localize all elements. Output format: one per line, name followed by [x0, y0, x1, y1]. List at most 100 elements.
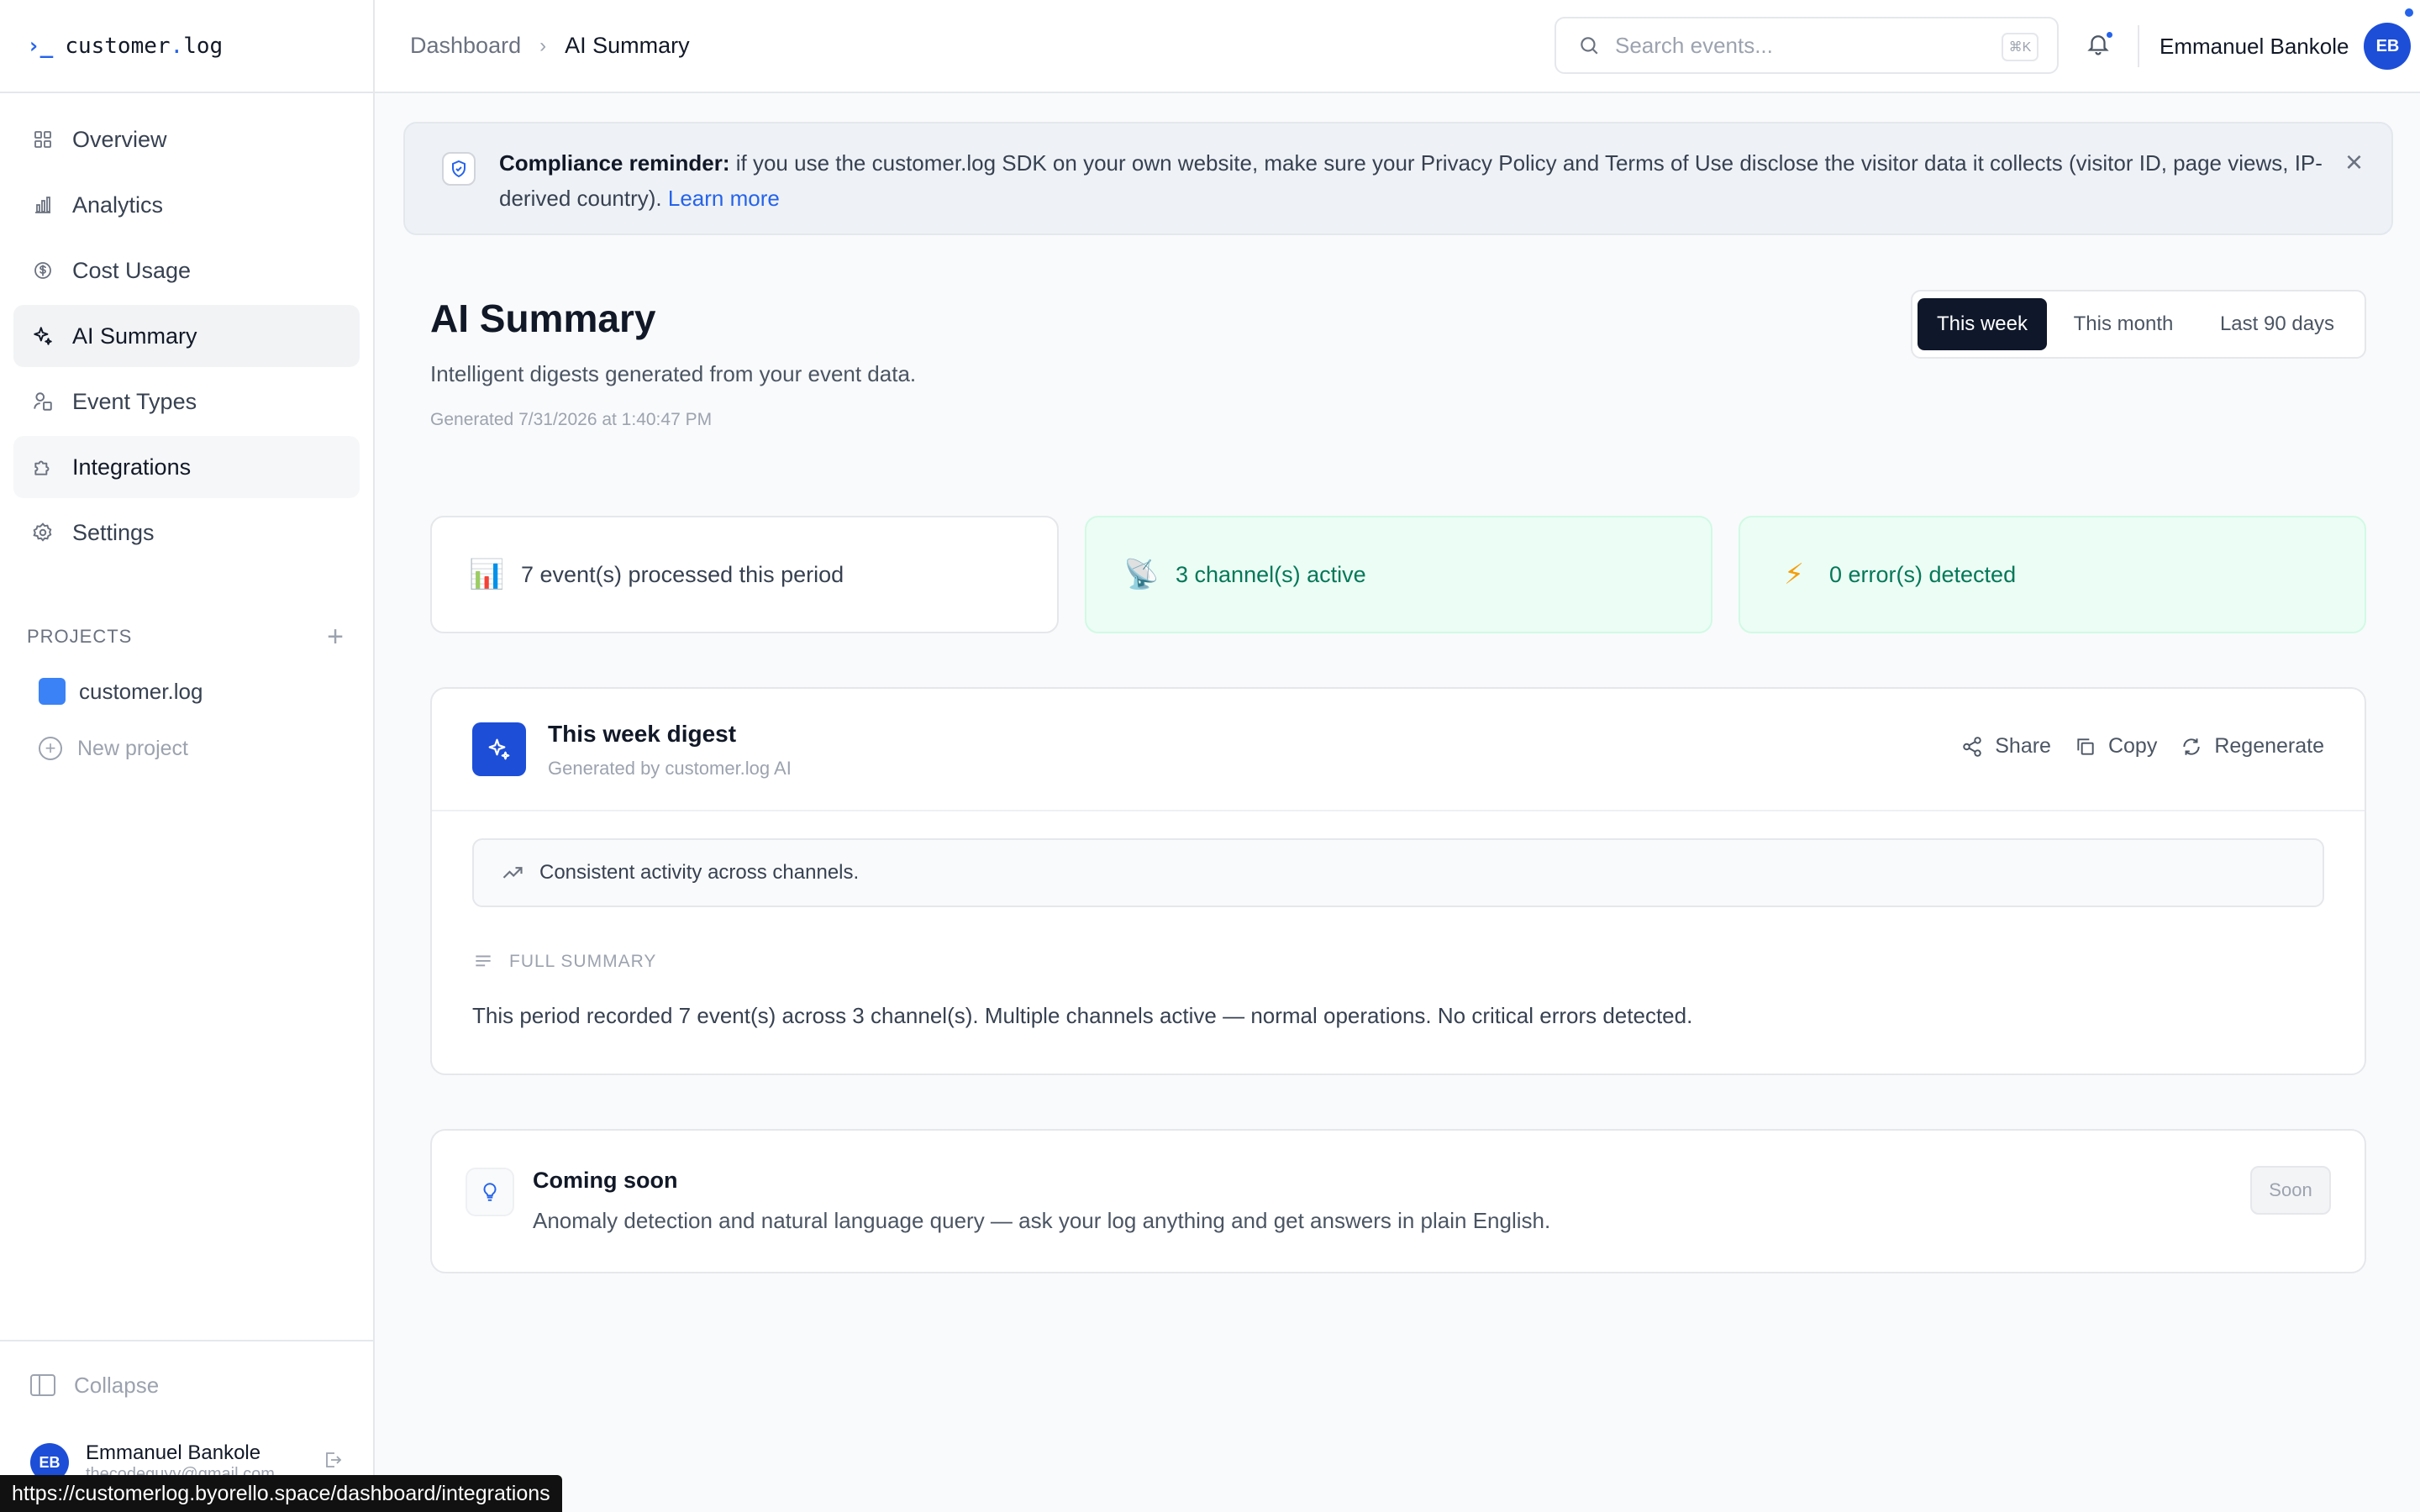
soon-badge: Soon — [2250, 1166, 2331, 1215]
projects-heading: PROJECTS — [27, 626, 133, 647]
shapes-icon — [30, 389, 55, 414]
generated-timestamp: Generated 7/31/2026 at 1:40:47 PM — [430, 410, 713, 429]
sidebar-item-label: Integrations — [72, 454, 192, 480]
top-header: Dashboard › AI Summary Search events... … — [375, 0, 2420, 93]
collapse-button[interactable]: Collapse — [0, 1341, 373, 1429]
plus-circle-icon: + — [39, 737, 62, 760]
share-label: Share — [1995, 734, 2051, 758]
stat-card-channels: 📡 3 channel(s) active — [1085, 516, 1712, 633]
sidebar-item-ai-summary[interactable]: AI Summary — [13, 305, 360, 367]
sidebar-item-settings[interactable]: Settings — [13, 501, 360, 564]
notifications-button[interactable] — [2086, 30, 2116, 60]
search-input[interactable]: Search events... ⌘K — [1555, 17, 2059, 74]
search-shortcut-badge: ⌘K — [2002, 33, 2039, 61]
digest-card: This week digest Generated by customer.l… — [430, 687, 2366, 1075]
copy-button[interactable]: Copy — [2075, 734, 2157, 759]
sparkles-icon — [30, 323, 55, 349]
sidebar-item-cost-usage[interactable]: Cost Usage — [13, 239, 360, 302]
status-dot — [2405, 8, 2413, 17]
brand-suffix: log — [183, 33, 224, 59]
header-user-menu[interactable]: Emmanuel Bankole EB — [2160, 23, 2412, 70]
lightning-emoji-icon: ⚡ — [1784, 559, 1804, 591]
projects-heading-row: PROJECTS + — [0, 622, 373, 651]
full-summary-heading: FULL SUMMARY — [472, 951, 656, 973]
period-selector: This week This month Last 90 days — [1911, 290, 2366, 359]
link-status-bar: https://customerlog.byorello.space/dashb… — [0, 1475, 562, 1512]
full-summary-text: This period recorded 7 event(s) across 3… — [472, 1003, 1693, 1028]
full-summary-label: FULL SUMMARY — [509, 952, 657, 971]
project-color-swatch — [39, 678, 66, 705]
gear-icon — [30, 520, 55, 545]
regenerate-button[interactable]: Regenerate — [2181, 734, 2324, 759]
coming-soon-title: Coming soon — [533, 1168, 678, 1193]
learn-more-link[interactable]: Learn more — [668, 186, 780, 211]
search-placeholder: Search events... — [1615, 32, 1773, 58]
add-project-icon[interactable]: + — [327, 622, 345, 651]
page-subtitle: Intelligent digests generated from your … — [430, 361, 917, 386]
dollar-circle-icon — [30, 258, 55, 283]
close-icon[interactable]: × — [2345, 147, 2363, 177]
share-icon — [1963, 736, 1981, 757]
trending-up-icon — [502, 867, 523, 879]
sparkles-icon — [472, 722, 526, 776]
coming-soon-card: Coming soon Anomaly detection and natura… — [430, 1129, 2366, 1273]
text-lines-icon — [476, 955, 491, 967]
banner-text: Compliance reminder: if you use the cust… — [499, 145, 2331, 216]
user-name: Emmanuel Bankole — [86, 1441, 261, 1464]
banner-title: Compliance reminder: — [499, 150, 730, 176]
sidebar-item-label: Settings — [72, 519, 155, 545]
period-this-week[interactable]: This week — [1918, 298, 2047, 350]
period-this-month[interactable]: This month — [2047, 298, 2200, 350]
brand-logo[interactable]: ›_ customer. log — [0, 0, 373, 93]
digest-header: This week digest Generated by customer.l… — [432, 689, 2365, 811]
compliance-banner: Compliance reminder: if you use the cust… — [403, 122, 2393, 235]
satellite-emoji-icon: 📡 — [1123, 559, 1160, 591]
sidebar-nav: Overview Analytics Cost Usage AI Summary… — [0, 93, 373, 564]
period-last-90-days[interactable]: Last 90 days — [2200, 298, 2354, 350]
stat-text: 7 event(s) processed this period — [521, 561, 844, 587]
digest-insight: Consistent activity across channels. — [472, 838, 2324, 907]
digest-actions: Share Copy Regenerate — [1938, 734, 2324, 759]
insight-text: Consistent activity across channels. — [539, 861, 860, 884]
breadcrumb-dashboard[interactable]: Dashboard — [410, 33, 521, 59]
stat-card-events: 📊 7 event(s) processed this period — [430, 516, 1059, 633]
sidebar-item-overview[interactable]: Overview — [13, 108, 360, 171]
puzzle-icon — [30, 454, 55, 480]
project-item[interactable]: customer.log — [0, 663, 373, 720]
copy-label: Copy — [2107, 734, 2158, 758]
brand-dot: . — [170, 33, 184, 59]
stat-text: 3 channel(s) active — [1176, 561, 1366, 587]
terminal-prompt-icon: ›_ — [27, 33, 54, 59]
logout-icon[interactable] — [323, 1450, 343, 1476]
new-project-button[interactable]: + New project — [0, 720, 373, 777]
sidebar-item-label: Analytics — [72, 192, 164, 218]
refresh-icon — [2183, 738, 2200, 755]
grid-icon — [30, 127, 55, 152]
new-project-label: New project — [77, 736, 188, 760]
sidebar-item-analytics[interactable]: Analytics — [13, 174, 360, 236]
copy-icon — [2077, 738, 2094, 755]
regenerate-label: Regenerate — [2214, 734, 2324, 758]
sidebar: ›_ customer. log Overview Analytics Cost … — [0, 0, 375, 1512]
digest-title: This week digest — [548, 721, 737, 747]
collapse-label: Collapse — [74, 1372, 160, 1398]
lightbulb-icon — [466, 1168, 514, 1216]
header-divider — [2138, 25, 2139, 67]
sidebar-item-label: Overview — [72, 126, 167, 152]
shield-check-icon — [442, 152, 476, 186]
breadcrumb: Dashboard › AI Summary — [410, 33, 690, 59]
stat-text: 0 error(s) detected — [1829, 561, 2017, 587]
project-name: customer.log — [79, 678, 203, 704]
share-button[interactable]: Share — [1961, 734, 2051, 759]
sidebar-item-label: Event Types — [72, 388, 197, 414]
sidebar-item-integrations[interactable]: Integrations — [13, 436, 360, 498]
search-icon — [1578, 34, 1600, 56]
brand-prefix: customer — [65, 33, 171, 59]
header-user-name: Emmanuel Bankole — [2160, 33, 2349, 59]
bar-chart-emoji-icon: 📊 — [469, 559, 505, 591]
notification-dot — [2105, 30, 2114, 39]
sidebar-panel-icon — [30, 1374, 55, 1396]
avatar: EB — [2364, 23, 2412, 70]
sidebar-item-event-types[interactable]: Event Types — [13, 370, 360, 433]
coming-soon-description: Anomaly detection and natural language q… — [533, 1208, 1551, 1233]
